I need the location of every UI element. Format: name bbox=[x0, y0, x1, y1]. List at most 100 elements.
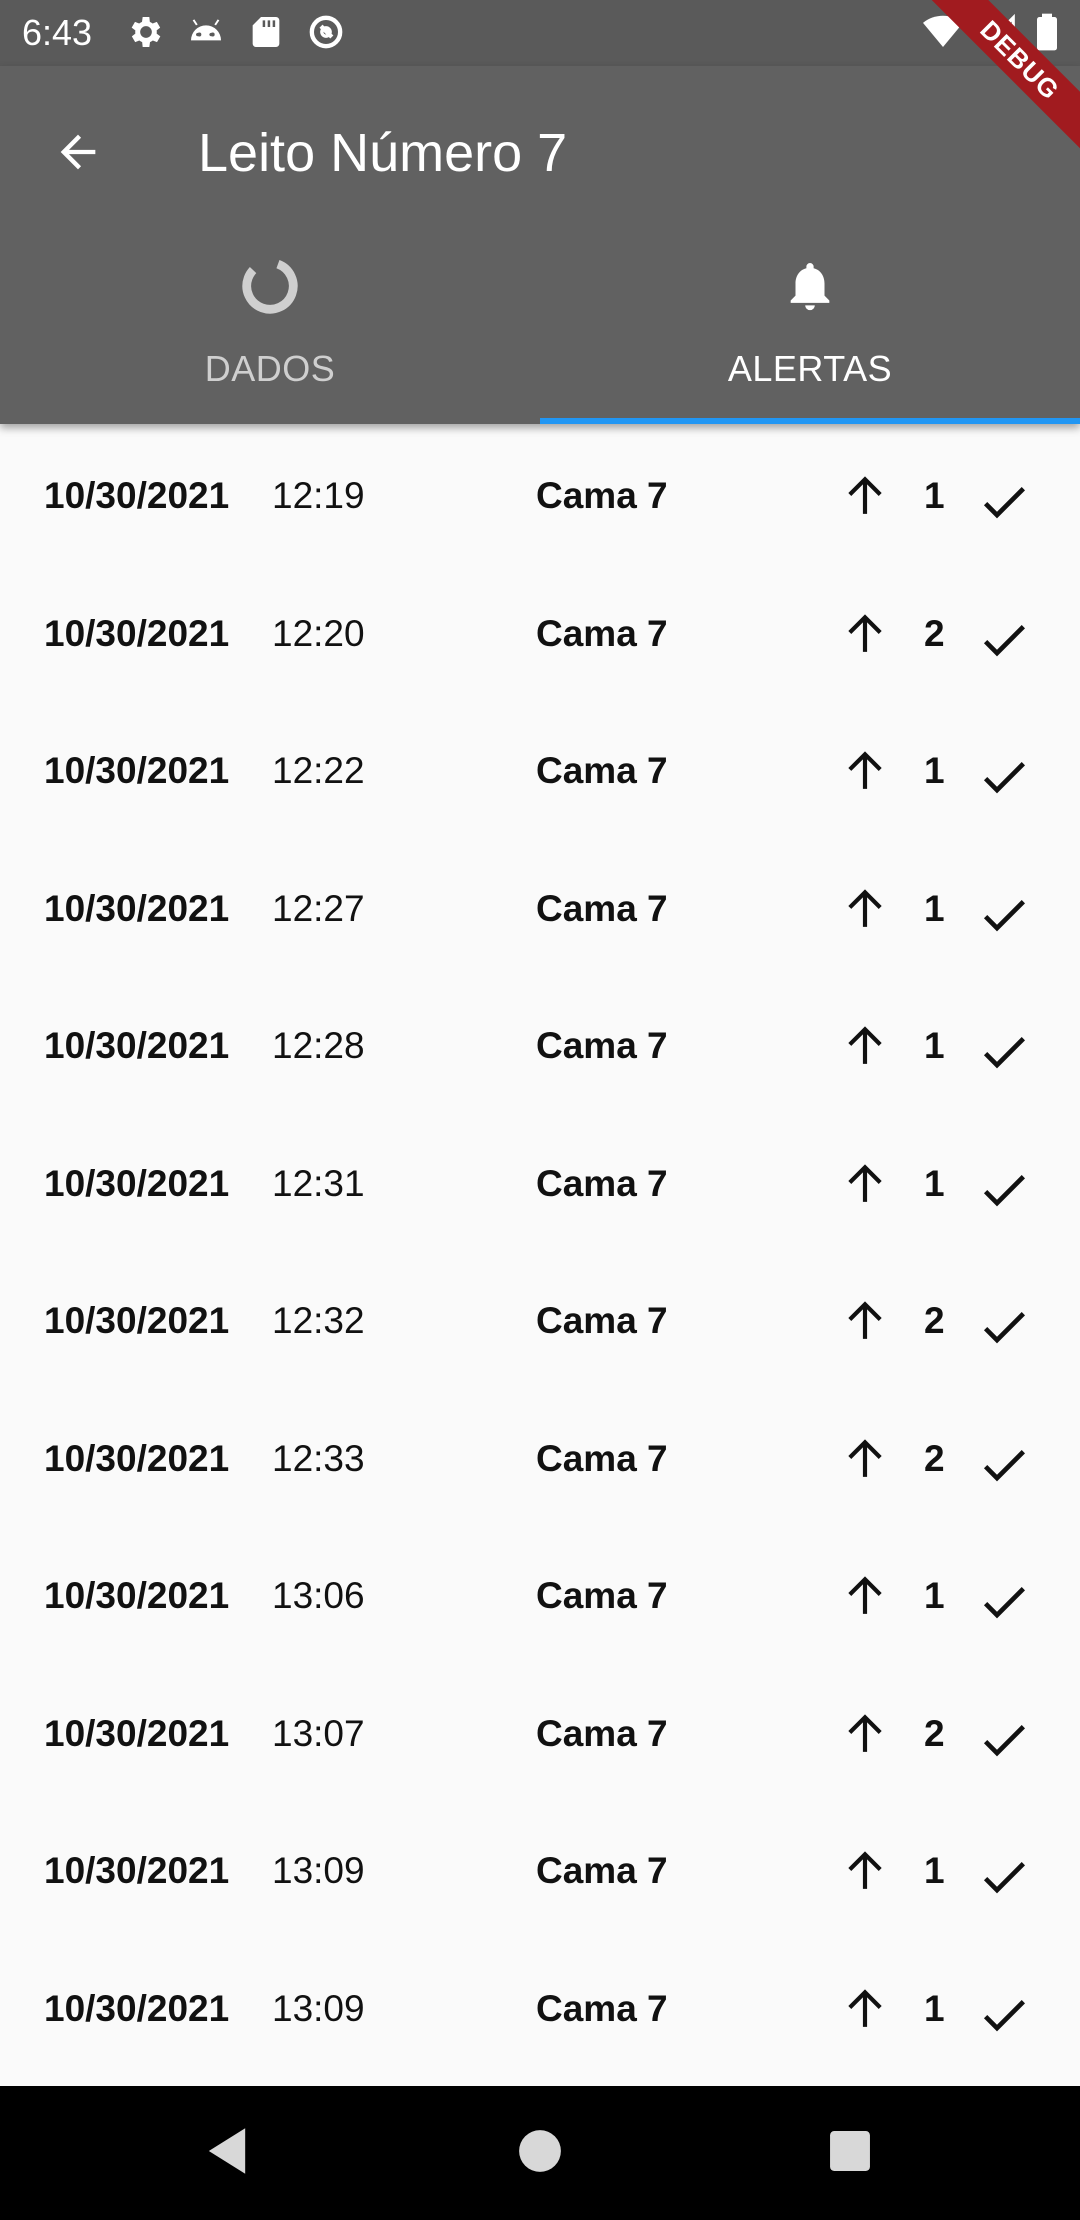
alert-row[interactable]: 10/30/2021 12:19 Cama 7 1 bbox=[0, 424, 1080, 562]
alert-time: 12:32 bbox=[272, 1300, 365, 1341]
arrow-up-icon bbox=[840, 468, 890, 530]
status-icons-left bbox=[126, 12, 346, 52]
page-title: Leito Número 7 bbox=[198, 123, 568, 183]
alert-row[interactable]: 10/30/2021 12:27 Cama 7 1 bbox=[0, 837, 1080, 975]
loading-ring-icon bbox=[239, 255, 301, 322]
nav-back-button[interactable] bbox=[196, 2122, 258, 2184]
check-icon[interactable] bbox=[976, 1574, 1032, 1642]
alert-time: 13:06 bbox=[272, 1575, 365, 1616]
alert-bed: Cama 7 bbox=[536, 1575, 668, 1616]
arrow-up-icon bbox=[840, 606, 890, 668]
alert-bed: Cama 7 bbox=[536, 1712, 668, 1754]
alert-bed: Cama 7 bbox=[536, 1850, 668, 1891]
alert-time: 12:31 bbox=[272, 1162, 365, 1204]
alert-bed: Cama 7 bbox=[536, 1987, 668, 2029]
alert-time: 13:07 bbox=[272, 1712, 365, 1754]
alert-row[interactable]: 10/30/2021 13:09 Cama 7 1 bbox=[0, 1937, 1080, 2075]
alert-date: 10/30/2021 bbox=[44, 1025, 230, 1066]
alert-date: 10/30/2021 bbox=[44, 1987, 230, 2029]
android-icon bbox=[186, 12, 226, 52]
back-button[interactable] bbox=[40, 116, 116, 192]
status-time: 6:43 bbox=[22, 12, 93, 53]
check-icon[interactable] bbox=[976, 1987, 1032, 2055]
alert-level: 1 bbox=[924, 1987, 945, 2029]
check-icon[interactable] bbox=[976, 612, 1032, 680]
tab-bar: DADOS ALERTAS bbox=[0, 236, 1080, 424]
tab-indicator bbox=[540, 418, 1080, 424]
sd-card-icon bbox=[246, 12, 286, 52]
arrow-up-icon bbox=[840, 1843, 890, 1905]
sync-icon bbox=[306, 12, 346, 52]
signal-icon bbox=[980, 12, 1018, 52]
arrow-up-icon bbox=[840, 881, 890, 943]
alert-level: 1 bbox=[924, 750, 945, 791]
check-icon[interactable] bbox=[976, 1849, 1032, 1917]
alert-date: 10/30/2021 bbox=[44, 1712, 230, 1754]
tab-dados[interactable]: DADOS bbox=[0, 236, 540, 424]
alert-level: 1 bbox=[924, 887, 945, 929]
alert-bed: Cama 7 bbox=[536, 750, 668, 791]
alert-time: 12:22 bbox=[272, 750, 365, 791]
alert-row[interactable]: 10/30/2021 12:20 Cama 7 2 bbox=[0, 562, 1080, 700]
alert-date: 10/30/2021 bbox=[44, 612, 230, 654]
alert-row[interactable]: 10/30/2021 12:28 Cama 7 1 bbox=[0, 974, 1080, 1112]
arrow-up-icon bbox=[840, 1293, 890, 1355]
tab-dados-label: DADOS bbox=[204, 348, 336, 389]
alert-row[interactable]: 10/30/2021 12:32 Cama 7 2 bbox=[0, 1249, 1080, 1387]
alert-row[interactable]: 10/30/2021 13:07 Cama 7 2 bbox=[0, 1662, 1080, 1800]
alert-date: 10/30/2021 bbox=[44, 1437, 230, 1479]
alert-date: 10/30/2021 bbox=[44, 475, 230, 516]
status-bar: 6:43 bbox=[0, 0, 1080, 66]
alert-level: 2 bbox=[924, 1437, 945, 1479]
alert-row[interactable]: 10/30/2021 13:06 Cama 7 1 bbox=[0, 1524, 1080, 1662]
alert-time: 12:28 bbox=[272, 1025, 365, 1066]
check-icon[interactable] bbox=[976, 749, 1032, 817]
check-icon[interactable] bbox=[976, 1712, 1032, 1780]
gear-icon bbox=[126, 12, 166, 52]
alert-time: 13:09 bbox=[272, 1850, 365, 1891]
app-bar: Leito Número 7 DADOS ALERTAS bbox=[0, 66, 1080, 424]
alert-date: 10/30/2021 bbox=[44, 1162, 230, 1204]
tab-alertas-label: ALERTAS bbox=[727, 348, 893, 389]
alert-list[interactable]: 10/30/2021 12:19 Cama 7 1 10/30/2021 12:20 Cam… bbox=[0, 424, 1080, 2086]
check-icon[interactable] bbox=[976, 1437, 1032, 1505]
status-icons-right bbox=[922, 12, 1060, 52]
alert-date: 10/30/2021 bbox=[44, 887, 230, 929]
alert-bed: Cama 7 bbox=[536, 1025, 668, 1066]
alert-row[interactable]: 10/30/2021 12:22 Cama 7 1 bbox=[0, 699, 1080, 837]
alert-date: 10/30/2021 bbox=[44, 1575, 230, 1616]
check-icon[interactable] bbox=[976, 1024, 1032, 1092]
check-icon[interactable] bbox=[976, 1299, 1032, 1367]
alert-row[interactable]: 10/30/2021 12:33 Cama 7 2 bbox=[0, 1387, 1080, 1525]
arrow-up-icon bbox=[840, 1431, 890, 1493]
alert-bed: Cama 7 bbox=[536, 612, 668, 654]
alert-level: 1 bbox=[924, 1025, 945, 1066]
battery-icon bbox=[1034, 12, 1060, 52]
alert-level: 1 bbox=[924, 475, 945, 516]
nav-home-button[interactable] bbox=[509, 2122, 571, 2184]
alert-level: 2 bbox=[924, 1300, 945, 1341]
arrow-up-icon bbox=[840, 1018, 890, 1080]
alert-bed: Cama 7 bbox=[536, 475, 668, 516]
arrow-back-icon bbox=[52, 126, 104, 183]
alert-time: 13:09 bbox=[272, 1987, 365, 2029]
check-icon[interactable] bbox=[976, 474, 1032, 542]
arrow-up-icon bbox=[840, 1981, 890, 2043]
alert-bed: Cama 7 bbox=[536, 887, 668, 929]
alert-row[interactable]: 10/30/2021 13:09 Cama 7 1 bbox=[0, 1799, 1080, 1937]
check-icon[interactable] bbox=[976, 1162, 1032, 1230]
alert-time: 12:19 bbox=[272, 475, 365, 516]
alert-time: 12:27 bbox=[272, 887, 365, 929]
nav-recents-button[interactable] bbox=[819, 2122, 881, 2184]
alert-level: 1 bbox=[924, 1575, 945, 1616]
nav-home-icon bbox=[518, 2129, 562, 2178]
alert-date: 10/30/2021 bbox=[44, 1300, 230, 1341]
check-icon[interactable] bbox=[976, 887, 1032, 955]
alert-row[interactable]: 10/30/2021 12:31 Cama 7 1 bbox=[0, 1112, 1080, 1250]
bell-icon bbox=[781, 255, 839, 322]
arrow-up-icon bbox=[840, 743, 890, 805]
tab-alertas[interactable]: ALERTAS bbox=[540, 236, 1080, 424]
alert-date: 10/30/2021 bbox=[44, 750, 230, 791]
alert-level: 1 bbox=[924, 1850, 945, 1891]
wifi-icon bbox=[922, 12, 964, 52]
